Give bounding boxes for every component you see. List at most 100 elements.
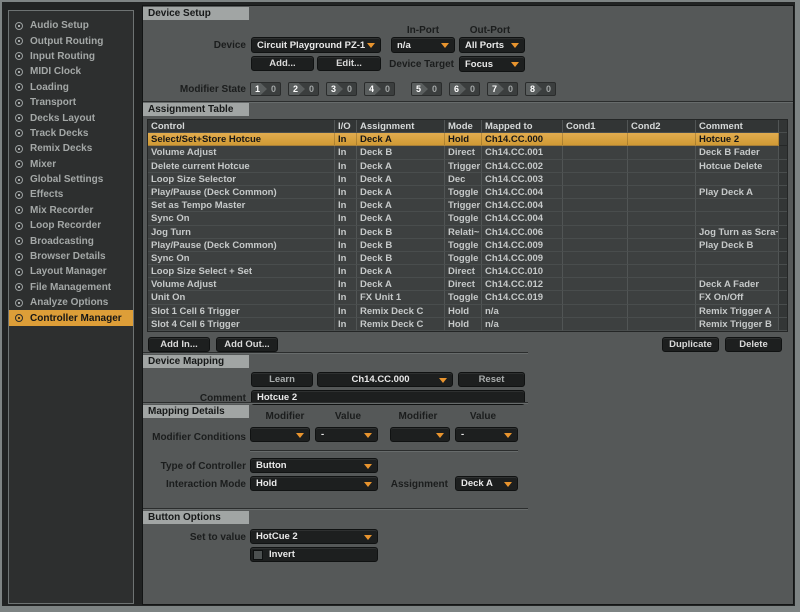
table-scrollbar[interactable]	[779, 173, 787, 186]
table-row[interactable]: Volume AdjustInDeck BDirectCh14.CC.001De…	[148, 146, 787, 159]
table-scrollbar[interactable]	[779, 318, 787, 331]
value1-dropdown[interactable]: -	[315, 427, 378, 442]
sidebar-item-browser-details[interactable]: Browser Details	[9, 249, 133, 264]
cell-control: Play/Pause (Deck Common)	[148, 186, 335, 199]
cell-cond2	[628, 226, 696, 239]
sidebar-item-midi-clock[interactable]: MIDI Clock	[9, 64, 133, 79]
cell-cond2	[628, 133, 696, 146]
cell-cond2	[628, 146, 696, 159]
table-scrollbar[interactable]	[779, 239, 787, 252]
add-device-button[interactable]: Add...	[251, 56, 314, 71]
chevron-down-icon	[367, 43, 375, 48]
cell-io: In	[335, 173, 357, 186]
cell-io: In	[335, 146, 357, 159]
table-scrollbar[interactable]	[779, 146, 787, 159]
sidebar-item-track-decks[interactable]: Track Decks	[9, 126, 133, 141]
device-dropdown[interactable]: Circuit Playground PZ-1	[251, 37, 381, 53]
table-row[interactable]: Jog TurnInDeck BRelati~Ch14.CC.006Jog Tu…	[148, 226, 787, 239]
table-scrollbar[interactable]	[779, 291, 787, 304]
radio-icon	[15, 52, 23, 60]
table-scrollbar[interactable]	[779, 120, 787, 133]
table-scrollbar[interactable]	[779, 199, 787, 212]
table-scrollbar[interactable]	[779, 212, 787, 225]
table-row[interactable]: Loop Size SelectorInDeck ADecCh14.CC.003	[148, 173, 787, 186]
sidebar-item-mixer[interactable]: Mixer	[9, 157, 133, 172]
sidebar-item-effects[interactable]: Effects	[9, 187, 133, 202]
radio-icon	[15, 237, 23, 245]
table-row[interactable]: Slot 4 Cell 6 TriggerInRemix Deck CHoldn…	[148, 318, 787, 331]
sidebar-item-loading[interactable]: Loading	[9, 80, 133, 95]
cell-control: Set as Tempo Master	[148, 199, 335, 212]
sidebar-item-mix-recorder[interactable]: Mix Recorder	[9, 203, 133, 218]
sidebar-item-layout-manager[interactable]: Layout Manager	[9, 264, 133, 279]
delete-button[interactable]: Delete	[725, 337, 782, 352]
invert-checkbox-label: Invert	[269, 549, 295, 560]
out-port-dropdown[interactable]: All Ports	[459, 37, 525, 53]
modifier-number: 7	[488, 83, 504, 95]
table-scrollbar[interactable]	[779, 278, 787, 291]
sidebar-item-output-routing[interactable]: Output Routing	[9, 33, 133, 48]
in-port-dropdown[interactable]: n/a	[391, 37, 455, 53]
cell-cond2	[628, 160, 696, 173]
sidebar-item-transport[interactable]: Transport	[9, 95, 133, 110]
modifier2-dropdown[interactable]	[390, 427, 450, 442]
cell-control: Unit On	[148, 291, 335, 304]
table-row[interactable]: Set as Tempo MasterInDeck ATriggerCh14.C…	[148, 199, 787, 212]
table-scrollbar[interactable]	[779, 265, 787, 278]
cell-cond1	[563, 173, 628, 186]
table-row[interactable]: Delete current HotcueInDeck ATriggerCh14…	[148, 160, 787, 173]
table-row[interactable]: Volume AdjustInDeck ADirectCh14.CC.012De…	[148, 278, 787, 291]
preferences-sidebar: Audio SetupOutput RoutingInput RoutingMI…	[8, 10, 134, 604]
sidebar-item-broadcasting[interactable]: Broadcasting	[9, 233, 133, 248]
chevron-down-icon	[441, 43, 449, 48]
type-of-controller-dropdown[interactable]: Button	[250, 458, 378, 473]
learn-button[interactable]: Learn	[251, 372, 313, 387]
sidebar-item-remix-decks[interactable]: Remix Decks	[9, 141, 133, 156]
table-row[interactable]: Loop Size Select + SetInDeck ADirectCh14…	[148, 265, 787, 278]
table-scrollbar[interactable]	[779, 133, 787, 146]
mapped-to-dropdown[interactable]: Ch14.CC.000	[317, 372, 453, 387]
modifier1-dropdown[interactable]	[250, 427, 310, 442]
cell-comment: Hotcue 2	[696, 133, 779, 146]
table-row[interactable]: Sync OnInDeck BToggleCh14.CC.009	[148, 252, 787, 265]
add-out-button[interactable]: Add Out...	[216, 337, 278, 352]
sidebar-item-analyze-options[interactable]: Analyze Options	[9, 295, 133, 310]
table-scrollbar[interactable]	[779, 252, 787, 265]
sidebar-list: Audio SetupOutput RoutingInput RoutingMI…	[9, 18, 133, 326]
table-row[interactable]: Unit OnInFX Unit 1ToggleCh14.CC.019FX On…	[148, 291, 787, 304]
cell-assignment: FX Unit 1	[357, 291, 445, 304]
device-target-dropdown[interactable]: Focus	[459, 56, 525, 72]
assignment-dropdown[interactable]: Deck A	[455, 476, 518, 491]
table-scrollbar[interactable]	[779, 226, 787, 239]
sidebar-item-decks-layout[interactable]: Decks Layout	[9, 110, 133, 125]
table-scrollbar[interactable]	[779, 160, 787, 173]
table-row[interactable]: Slot 1 Cell 6 TriggerInRemix Deck CHoldn…	[148, 305, 787, 318]
cell-io: In	[335, 199, 357, 212]
cell-io: In	[335, 318, 357, 331]
table-row[interactable]: Play/Pause (Deck Common)InDeck BToggleCh…	[148, 239, 787, 252]
table-row[interactable]: Play/Pause (Deck Common)InDeck AToggleCh…	[148, 186, 787, 199]
duplicate-button[interactable]: Duplicate	[662, 337, 719, 352]
sidebar-item-file-management[interactable]: File Management	[9, 280, 133, 295]
sidebar-item-audio-setup[interactable]: Audio Setup	[9, 18, 133, 33]
table-scrollbar[interactable]	[779, 186, 787, 199]
sidebar-item-controller-manager[interactable]: Controller Manager	[9, 310, 133, 325]
type-of-controller-label: Type of Controller	[143, 461, 246, 472]
value2-dropdown[interactable]: -	[455, 427, 518, 442]
set-to-value-dropdown[interactable]: HotCue 2	[250, 529, 378, 544]
table-row[interactable]: Select/Set+Store HotcueInDeck AHoldCh14.…	[148, 133, 787, 146]
table-scrollbar[interactable]	[779, 305, 787, 318]
invert-checkbox[interactable]	[253, 550, 263, 560]
sidebar-item-input-routing[interactable]: Input Routing	[9, 49, 133, 64]
cell-mode: Direct	[445, 265, 482, 278]
cell-io: In	[335, 133, 357, 146]
cell-comment	[696, 265, 779, 278]
cell-assignment: Deck B	[357, 226, 445, 239]
sidebar-item-loop-recorder[interactable]: Loop Recorder	[9, 218, 133, 233]
cell-control: Volume Adjust	[148, 278, 335, 291]
table-row[interactable]: Sync OnInDeck AToggleCh14.CC.004	[148, 212, 787, 225]
sidebar-item-global-settings[interactable]: Global Settings	[9, 172, 133, 187]
cell-mapped-to: Ch14.CC.003	[482, 173, 563, 186]
reset-button[interactable]: Reset	[458, 372, 525, 387]
add-in-button[interactable]: Add In...	[148, 337, 210, 352]
